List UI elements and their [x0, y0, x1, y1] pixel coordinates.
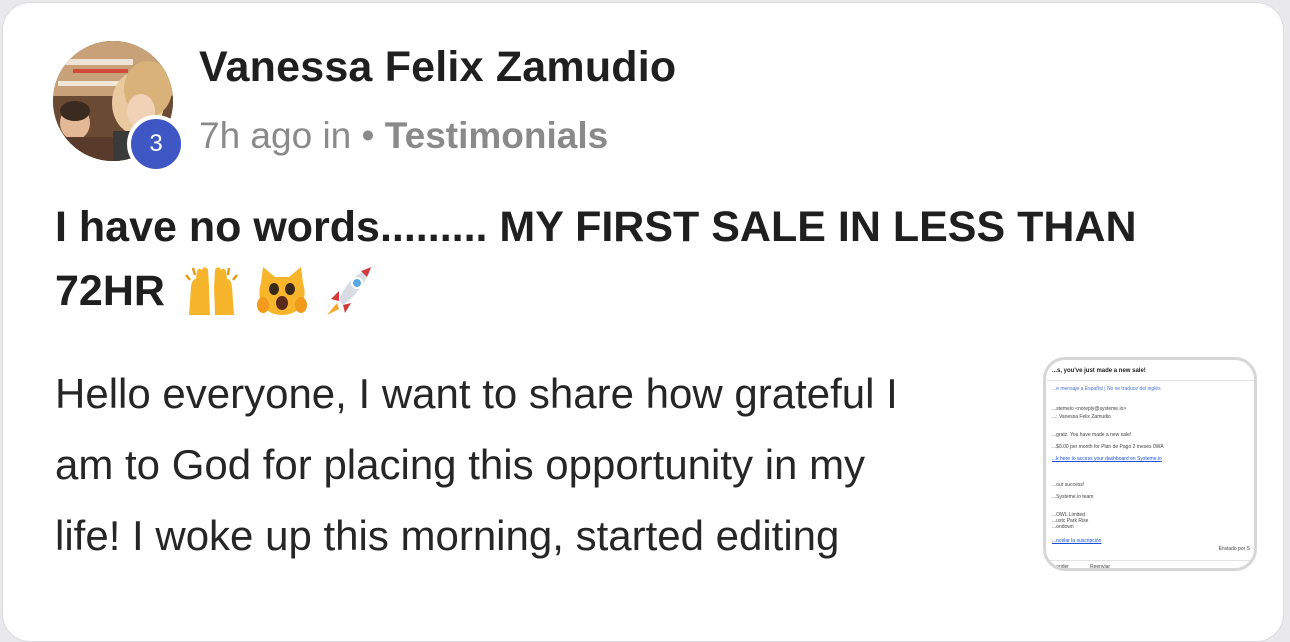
author-name[interactable]: Vanessa Felix Zamudio — [199, 43, 676, 92]
email-forward-button: Reenviar — [1090, 564, 1111, 570]
post-body-line: am to God for placing this opportunity i… — [55, 441, 866, 488]
email-closing: ...our success! — [1052, 482, 1085, 488]
email-amount: ...$0.00 per month for Plan de Pago 2 me… — [1052, 444, 1164, 450]
email-subject: ...s, you've just made a new sale! — [1052, 368, 1146, 374]
level-badge: 3 — [127, 115, 185, 173]
post-meta: 7h ago in • Testimonials — [199, 115, 608, 157]
weary-cat-icon — [256, 266, 307, 315]
raising-hands-icon — [184, 266, 238, 315]
email-unsubscribe-link: ...ncelar la suscripción — [1052, 538, 1102, 544]
post-category[interactable]: Testimonials — [385, 115, 608, 156]
email-translate-bar: ...e mensaje a Español | No se traduce d… — [1052, 386, 1161, 392]
post-body-line: life! I woke up this morning, started ed… — [55, 512, 840, 559]
email-to: ...: Vanessa Felix Zamudio — [1052, 414, 1111, 420]
post-title[interactable]: I have no words......... MY FIRST SALE I… — [55, 195, 1235, 327]
email-from: ...stemeio <noreply@systeme.io> — [1052, 406, 1127, 412]
post-card[interactable]: 3 Vanessa Felix Zamudio 7h ago in • Test… — [2, 2, 1284, 642]
post-body[interactable]: Hello everyone, I want to share how grat… — [55, 358, 1015, 571]
post-time: 7h ago in — [199, 115, 352, 156]
email-signature: ...Systeme.io team — [1052, 494, 1094, 500]
divider — [1046, 560, 1254, 561]
post-body-line: Hello everyone, I want to share how grat… — [55, 370, 898, 417]
author-avatar-group[interactable]: 3 — [53, 41, 185, 173]
attachment-thumbnail[interactable]: ...s, you've just made a new sale! ...e … — [1043, 357, 1257, 571]
email-sent-by: Enviado por S — [1218, 546, 1250, 552]
email-reply-button: ...onder — [1052, 564, 1069, 570]
meta-separator: • — [361, 115, 375, 156]
rocket-icon — [326, 266, 371, 315]
divider — [1046, 380, 1254, 381]
email-dashboard-link: ...k here to access your dashboard on Sy… — [1052, 456, 1162, 462]
email-greeting: ...gratz. You have made a new sale! — [1052, 432, 1132, 438]
title-emojis — [183, 261, 381, 327]
email-city: ...ondown — [1052, 524, 1074, 530]
